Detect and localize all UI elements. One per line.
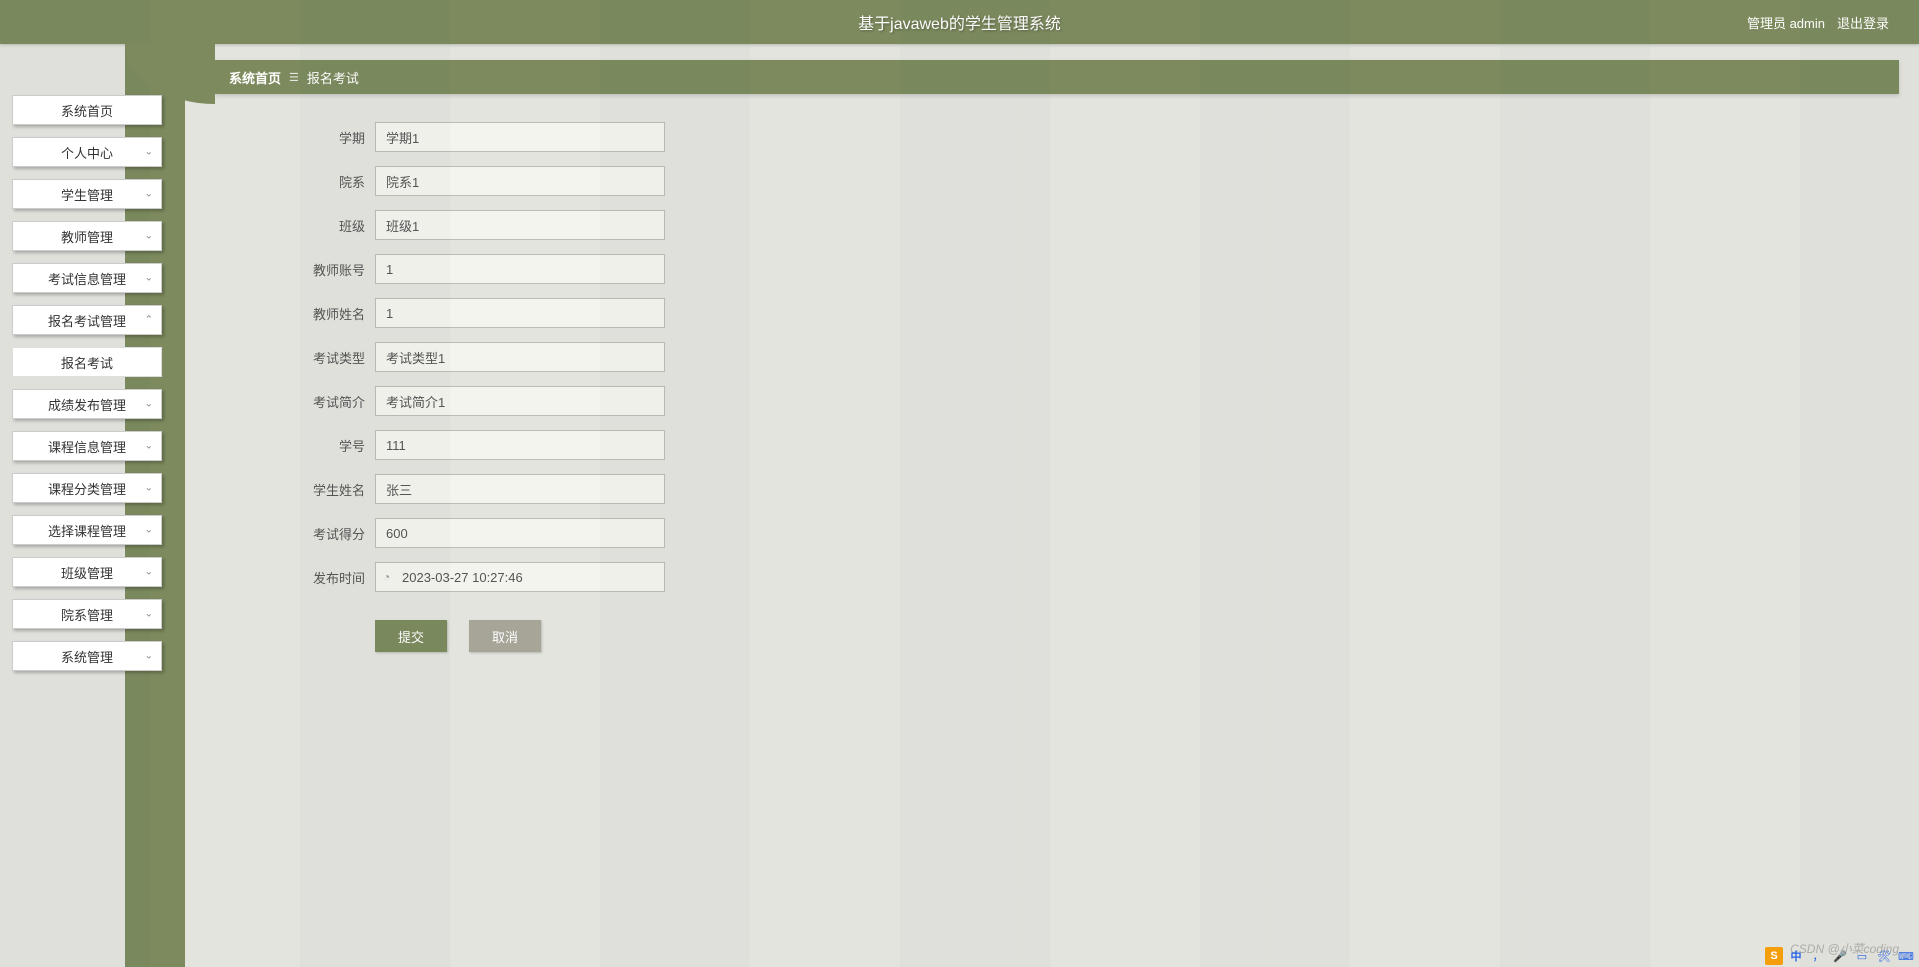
form-label: 教师姓名 (295, 304, 365, 323)
cancel-button[interactable]: 取消 (469, 620, 541, 652)
header-bar: 基于javaweb的学生管理系统 管理员 admin 退出登录 (0, 0, 1919, 44)
sidebar-item-label: 考试信息管理 (48, 269, 126, 288)
form-label: 院系 (295, 172, 365, 191)
chevron-down-icon: ⌄ (145, 651, 153, 662)
exam-score-input[interactable] (375, 518, 665, 548)
breadcrumb-current: 报名考试 (307, 68, 359, 87)
student-id-input[interactable] (375, 430, 665, 460)
sidebar-item-class-mgmt[interactable]: 班级管理 ⌄ (12, 557, 162, 587)
form-label: 考试类型 (295, 348, 365, 367)
header-right: 管理员 admin 退出登录 (1747, 0, 1889, 44)
sidebar-item-exam-register[interactable]: 报名考试 (12, 347, 162, 377)
sidebar-item-label: 教师管理 (61, 227, 113, 246)
sidebar-item-label: 报名考试 (61, 353, 113, 372)
chevron-down-icon: ⌄ (145, 231, 153, 242)
teacher-account-input[interactable] (375, 254, 665, 284)
sidebar-item-label: 选择课程管理 (48, 521, 126, 540)
sidebar-item-label: 班级管理 (61, 563, 113, 582)
sidebar-item-label: 系统管理 (61, 647, 113, 666)
breadcrumb-home[interactable]: 系统首页 (229, 68, 281, 87)
app-root: 基于javaweb的学生管理系统 管理员 admin 退出登录 系统首页 个人中… (0, 0, 1919, 967)
sidebar-item-label: 成绩发布管理 (48, 395, 126, 414)
form-row-semester: 学期 (295, 122, 1819, 152)
student-name-input[interactable] (375, 474, 665, 504)
publish-time-input[interactable] (375, 562, 665, 592)
sidebar-item-grade-publish-mgmt[interactable]: 成绩发布管理 ⌄ (12, 389, 162, 419)
teacher-name-input[interactable] (375, 298, 665, 328)
form-label: 考试得分 (295, 524, 365, 543)
form-label: 学生姓名 (295, 480, 365, 499)
chevron-down-icon: ⌄ (145, 189, 153, 200)
class-input[interactable] (375, 210, 665, 240)
semester-input[interactable] (375, 122, 665, 152)
tray-punct-icon[interactable]: ， (1809, 947, 1827, 965)
sidebar-item-student-mgmt[interactable]: 学生管理 ⌄ (12, 179, 162, 209)
sidebar-item-course-info-mgmt[interactable]: 课程信息管理 ⌄ (12, 431, 162, 461)
sidebar-item-course-select-mgmt[interactable]: 选择课程管理 ⌄ (12, 515, 162, 545)
breadcrumb-separator-icon: ☰ (289, 71, 299, 84)
tray-window-icon[interactable]: ▭ (1853, 947, 1871, 965)
form-label: 发布时间 (295, 568, 365, 587)
sidebar-item-home[interactable]: 系统首页 (12, 95, 162, 125)
logout-link[interactable]: 退出登录 (1837, 13, 1889, 32)
tray-keyboard-icon[interactable]: ⌨ (1897, 947, 1915, 965)
form-row-class: 班级 (295, 210, 1819, 240)
app-title: 基于javaweb的学生管理系统 (858, 10, 1061, 34)
chevron-down-icon: ⌄ (145, 525, 153, 536)
main-content: 系统首页 ☰ 报名考试 学期 院系 班级 教师账号 教师姓名 (215, 60, 1899, 957)
department-input[interactable] (375, 166, 665, 196)
form-row-student-name: 学生姓名 (295, 474, 1819, 504)
sidebar-item-system-mgmt[interactable]: 系统管理 ⌄ (12, 641, 162, 671)
exam-intro-input[interactable] (375, 386, 665, 416)
form-label: 班级 (295, 216, 365, 235)
form-area: 学期 院系 班级 教师账号 教师姓名 考试类型 (215, 94, 1899, 680)
form-row-exam-type: 考试类型 (295, 342, 1819, 372)
form-label: 考试简介 (295, 392, 365, 411)
form-row-student-id: 学号 (295, 430, 1819, 460)
sidebar: 系统首页 个人中心 ⌄ 学生管理 ⌄ 教师管理 ⌄ 考试信息管理 ⌄ 报名考试管… (12, 95, 162, 671)
chevron-up-icon: ⌃ (145, 315, 153, 326)
form-row-teacher-name: 教师姓名 (295, 298, 1819, 328)
form-row-publish-time: 发布时间 ◔ (295, 562, 1819, 592)
form-label: 学号 (295, 436, 365, 455)
sidebar-item-label: 学生管理 (61, 185, 113, 204)
sidebar-item-label: 系统首页 (61, 101, 113, 120)
sidebar-item-profile[interactable]: 个人中心 ⌄ (12, 137, 162, 167)
form-row-department: 院系 (295, 166, 1819, 196)
breadcrumb: 系统首页 ☰ 报名考试 (215, 60, 1899, 94)
sidebar-item-label: 个人中心 (61, 143, 113, 162)
exam-type-input[interactable] (375, 342, 665, 372)
chevron-down-icon: ⌄ (145, 567, 153, 578)
chevron-down-icon: ⌄ (145, 483, 153, 494)
chevron-down-icon: ⌄ (145, 441, 153, 452)
form-label: 教师账号 (295, 260, 365, 279)
tray-sogou-icon[interactable]: S (1765, 947, 1783, 965)
form-row-teacher-acct: 教师账号 (295, 254, 1819, 284)
sidebar-item-course-category-mgmt[interactable]: 课程分类管理 ⌄ (12, 473, 162, 503)
form-label: 学期 (295, 128, 365, 147)
chevron-down-icon: ⌄ (145, 399, 153, 410)
form-row-exam-intro: 考试简介 (295, 386, 1819, 416)
chevron-down-icon: ⌄ (145, 273, 153, 284)
tray-tool-icon[interactable]: 🛠 (1875, 947, 1893, 965)
form-button-row: 提交 取消 (375, 620, 1819, 652)
form-row-exam-score: 考试得分 (295, 518, 1819, 548)
chevron-down-icon: ⌄ (145, 147, 153, 158)
sidebar-item-exam-info-mgmt[interactable]: 考试信息管理 ⌄ (12, 263, 162, 293)
tray-mic-icon[interactable]: 🎤 (1831, 947, 1849, 965)
sidebar-item-department-mgmt[interactable]: 院系管理 ⌄ (12, 599, 162, 629)
ime-tray: S 中 ， 🎤 ▭ 🛠 ⌨ (1765, 947, 1915, 965)
tray-cn-icon[interactable]: 中 (1787, 947, 1805, 965)
sidebar-item-exam-register-mgmt[interactable]: 报名考试管理 ⌃ (12, 305, 162, 335)
sidebar-item-label: 课程信息管理 (48, 437, 126, 456)
sidebar-item-teacher-mgmt[interactable]: 教师管理 ⌄ (12, 221, 162, 251)
submit-button[interactable]: 提交 (375, 620, 447, 652)
sidebar-item-label: 课程分类管理 (48, 479, 126, 498)
date-input-wrapper: ◔ (375, 562, 665, 592)
sidebar-item-label: 院系管理 (61, 605, 113, 624)
chevron-down-icon: ⌄ (145, 609, 153, 620)
current-user-label[interactable]: 管理员 admin (1747, 13, 1825, 32)
sidebar-item-label: 报名考试管理 (48, 311, 126, 330)
